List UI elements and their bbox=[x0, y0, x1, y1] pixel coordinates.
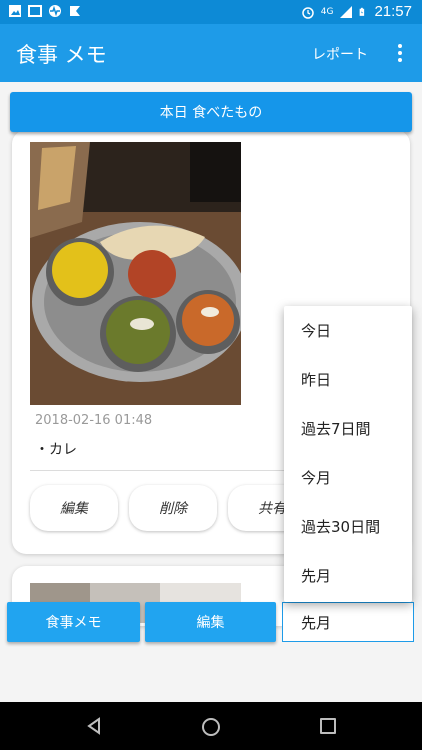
overflow-menu-icon[interactable] bbox=[392, 42, 408, 64]
period-option-today[interactable]: 今日 bbox=[284, 306, 412, 355]
status-left-icons bbox=[8, 4, 82, 18]
meal-timestamp: 2018-02-16 01:48 bbox=[35, 413, 153, 428]
meal-photo[interactable] bbox=[30, 142, 241, 405]
status-time: 21:57 bbox=[374, 3, 412, 20]
edit-entry-button[interactable]: 編集 bbox=[30, 485, 118, 531]
status-right: 4G 21:57 bbox=[301, 3, 412, 20]
alarm-icon bbox=[302, 6, 314, 19]
status-bar: 4G 21:57 bbox=[0, 0, 422, 24]
period-option-yesterday[interactable]: 昨日 bbox=[284, 355, 412, 404]
activity-icon bbox=[49, 5, 61, 17]
image-icon bbox=[9, 5, 21, 17]
period-option-last-30-days[interactable]: 過去30日間 bbox=[284, 502, 412, 551]
frame-icon bbox=[28, 5, 42, 17]
period-option-last-7-days[interactable]: 過去7日間 bbox=[284, 404, 412, 453]
home-icon[interactable] bbox=[202, 718, 220, 736]
signal-icon bbox=[340, 5, 353, 18]
today-meals-button[interactable]: 本日 食べたもの bbox=[10, 92, 412, 132]
meal-memo-button[interactable]: 食事メモ bbox=[7, 602, 140, 642]
app-title: 食事 メモ bbox=[16, 43, 107, 67]
back-icon[interactable] bbox=[86, 717, 102, 735]
delete-entry-button[interactable]: 削除 bbox=[129, 485, 217, 531]
app-bar: 食事 メモ レポート bbox=[0, 24, 422, 82]
report-button[interactable]: レポート bbox=[312, 44, 368, 64]
period-spinner[interactable]: 先月 bbox=[282, 602, 414, 642]
period-option-last-month[interactable]: 先月 bbox=[284, 551, 412, 600]
notification-icon bbox=[70, 6, 80, 16]
period-option-this-month[interactable]: 今月 bbox=[284, 453, 412, 502]
recent-apps-icon[interactable] bbox=[320, 718, 336, 734]
navigation-bar bbox=[0, 702, 422, 750]
period-dropdown: 今日 昨日 過去7日間 今月 過去30日間 先月 bbox=[284, 306, 412, 602]
battery-icon bbox=[360, 7, 365, 16]
edit-button[interactable]: 編集 bbox=[145, 602, 276, 642]
network-label: 4G bbox=[320, 6, 334, 17]
curry-plate-image bbox=[30, 142, 241, 405]
meal-item-text: ・カレ bbox=[35, 442, 77, 458]
